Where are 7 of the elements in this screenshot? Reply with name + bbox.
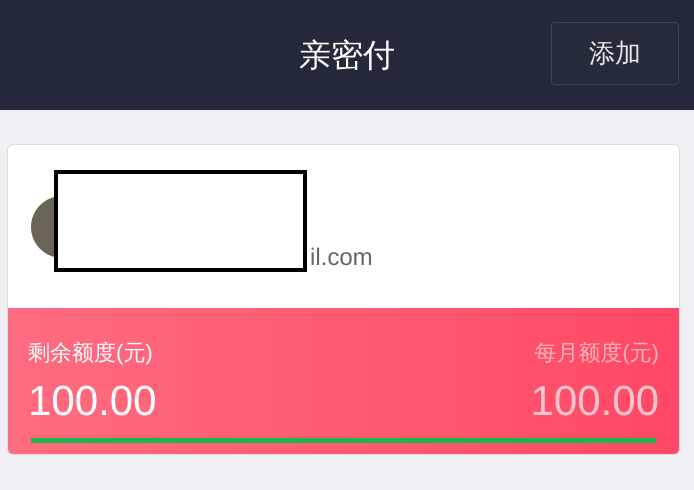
add-button[interactable]: 添加 <box>551 22 679 85</box>
monthly-label: 每月额度(元) <box>534 339 659 367</box>
email-text: il.com <box>310 243 373 273</box>
page-title: 亲密付 <box>299 36 395 75</box>
remaining-label: 剩余额度(元) <box>28 339 153 367</box>
remaining-amount: 100.00 <box>28 376 156 426</box>
monthly-amount: 100.00 <box>530 376 659 426</box>
